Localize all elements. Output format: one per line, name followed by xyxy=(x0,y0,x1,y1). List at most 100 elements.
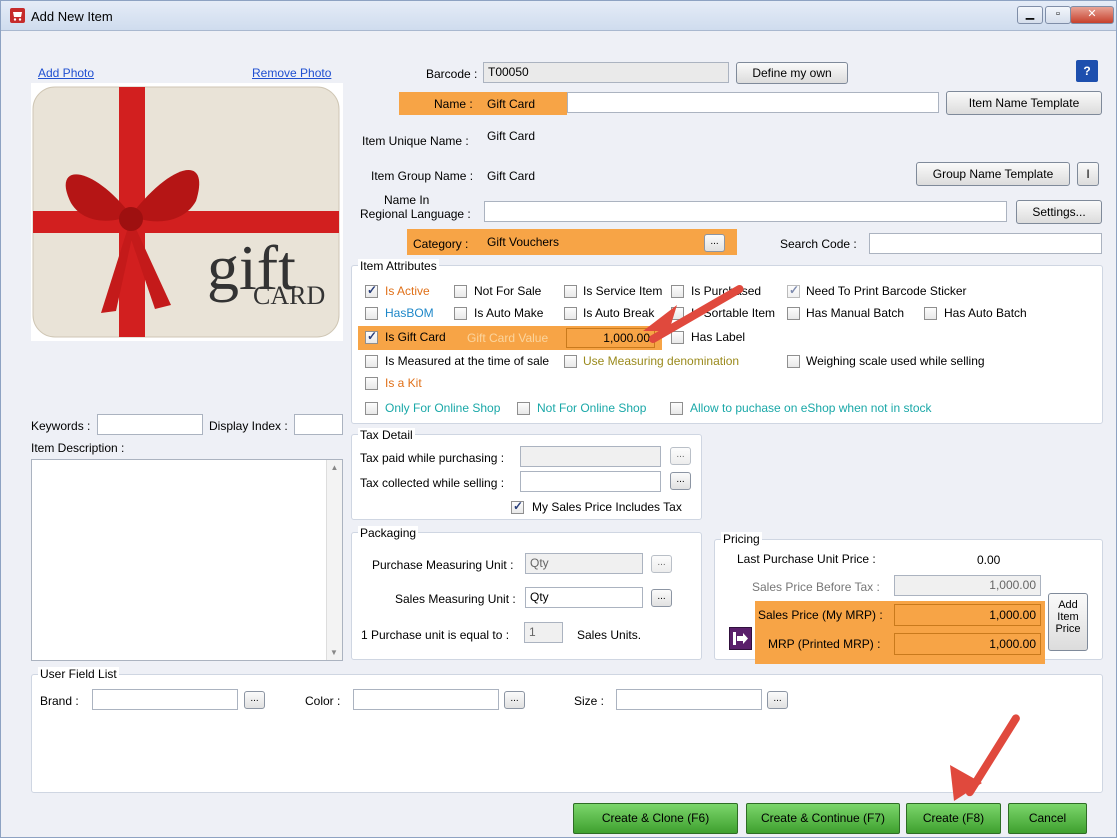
create-continue-button[interactable]: Create & Continue (F7) xyxy=(746,803,900,834)
help-icon[interactable]: ? xyxy=(1076,60,1098,82)
add-item-price-label-3: Price xyxy=(1055,623,1081,635)
display-index-label: Display Index : xyxy=(209,419,288,433)
remove-photo-link[interactable]: Remove Photo xyxy=(252,66,331,80)
need-print-barcode-checkbox[interactable] xyxy=(787,283,800,298)
gift-card-value-label: Gift Card Value xyxy=(467,331,549,345)
weighing-scale-label: Weighing scale used while selling xyxy=(806,354,985,368)
add-photo-link[interactable]: Add Photo xyxy=(38,66,94,80)
add-item-price-button[interactable]: Add Item Price xyxy=(1048,593,1088,651)
barcode-field[interactable]: T00050 xyxy=(483,62,729,83)
description-scrollbar[interactable]: ▲ ▼ xyxy=(326,460,342,660)
item-description-field[interactable]: ▲ ▼ xyxy=(31,459,343,661)
is-a-kit-checkbox[interactable] xyxy=(365,377,378,390)
has-auto-batch-checkbox[interactable] xyxy=(924,307,937,320)
item-name-template-button[interactable]: Item Name Template xyxy=(946,91,1102,115)
name-highlight xyxy=(399,92,567,115)
brand-browse-button[interactable]: ... xyxy=(244,691,265,709)
search-code-label: Search Code : xyxy=(780,237,857,251)
pricing-title: Pricing xyxy=(721,532,762,546)
only-online-checkbox[interactable] xyxy=(365,402,378,415)
arrow-right-icon xyxy=(733,632,748,645)
tax-collected-browse-button[interactable]: ... xyxy=(670,472,691,490)
weighing-scale-checkbox[interactable] xyxy=(787,355,800,368)
sales-price-field[interactable]: 1,000.00 xyxy=(894,604,1041,626)
is-gift-card-checkbox[interactable] xyxy=(365,329,378,344)
search-code-field[interactable] xyxy=(869,233,1102,254)
window-title: Add New Item xyxy=(31,9,113,24)
color-field[interactable] xyxy=(353,689,499,710)
user-field-list-title: User Field List xyxy=(38,667,119,681)
sales-before-tax-field[interactable]: 1,000.00 xyxy=(894,575,1041,596)
tax-collected-field[interactable] xyxy=(520,471,661,492)
group-name-template-button[interactable]: Group Name Template xyxy=(916,162,1070,186)
purchase-unit-field[interactable]: Qty xyxy=(525,553,643,574)
copy-price-button[interactable] xyxy=(729,627,752,650)
item-photo: gift CARD xyxy=(31,83,343,341)
use-measuring-denom-label: Use Measuring denomination xyxy=(583,354,740,368)
define-my-own-button[interactable]: Define my own xyxy=(736,62,848,84)
display-index-field[interactable] xyxy=(294,414,343,435)
tax-paid-label: Tax paid while purchasing : xyxy=(360,451,505,465)
group-name-value: Gift Card xyxy=(487,169,536,183)
is-gift-card-label: Is Gift Card xyxy=(385,330,446,344)
card-word: CARD xyxy=(253,281,326,310)
item-attributes-title: Item Attributes xyxy=(358,259,439,273)
not-for-sale-label: Not For Sale xyxy=(474,284,542,298)
sales-unit-field[interactable]: Qty xyxy=(525,587,643,608)
group-name-label: Item Group Name : xyxy=(371,169,474,183)
sales-unit-browse-button[interactable]: ... xyxy=(651,589,672,607)
settings-button[interactable]: Settings... xyxy=(1016,200,1102,224)
brand-label: Brand : xyxy=(40,694,79,708)
minimize-button[interactable]: ▁ xyxy=(1017,6,1043,24)
size-field[interactable] xyxy=(616,689,762,710)
is-service-item-checkbox[interactable] xyxy=(564,285,577,298)
is-a-kit-label: Is a Kit xyxy=(385,376,422,390)
is-active-label: Is Active xyxy=(385,284,430,298)
create-button[interactable]: Create (F8) xyxy=(906,803,1001,834)
group-info-button[interactable]: I xyxy=(1077,162,1099,186)
not-online-checkbox[interactable] xyxy=(517,402,530,415)
is-active-checkbox[interactable] xyxy=(365,283,378,298)
not-for-sale-checkbox[interactable] xyxy=(454,285,467,298)
name-label: Name : xyxy=(434,97,473,111)
tax-paid-field[interactable] xyxy=(520,446,661,467)
has-manual-batch-checkbox[interactable] xyxy=(787,307,800,320)
cancel-button[interactable]: Cancel xyxy=(1008,803,1087,834)
size-label: Size : xyxy=(574,694,605,708)
category-value[interactable]: Gift Vouchers xyxy=(487,235,559,249)
allow-purchase-eshop-label: Allow to puchase on eShop when not in st… xyxy=(690,401,932,415)
use-measuring-denom-checkbox[interactable] xyxy=(564,355,577,368)
name-field[interactable] xyxy=(567,92,939,113)
includes-tax-checkbox[interactable] xyxy=(511,499,524,514)
category-browse-button[interactable]: ... xyxy=(704,234,725,252)
is-auto-break-checkbox[interactable] xyxy=(564,307,577,320)
brand-field[interactable] xyxy=(92,689,238,710)
scroll-up-icon[interactable]: ▲ xyxy=(327,463,342,472)
unit-ratio-prefix: 1 Purchase unit is equal to : xyxy=(361,628,510,642)
tax-paid-browse-button[interactable]: ... xyxy=(670,447,691,465)
is-purchased-checkbox[interactable] xyxy=(671,285,684,298)
close-button[interactable]: ✕ xyxy=(1070,6,1114,24)
cart-icon xyxy=(10,8,25,23)
sales-before-tax-label: Sales Price Before Tax : xyxy=(752,580,880,594)
scroll-down-icon[interactable]: ▼ xyxy=(327,648,341,657)
name-value-text: Gift Card xyxy=(487,97,536,111)
mrp-field[interactable]: 1,000.00 xyxy=(894,633,1041,655)
is-service-item-label: Is Service Item xyxy=(583,284,663,298)
not-online-label: Not For Online Shop xyxy=(537,401,647,415)
is-auto-make-checkbox[interactable] xyxy=(454,307,467,320)
maximize-button[interactable]: ▫ xyxy=(1045,6,1071,24)
purchase-unit-browse-button[interactable]: ... xyxy=(651,555,672,573)
sales-unit-label: Sales Measuring Unit : xyxy=(395,592,516,606)
regional-name-field[interactable] xyxy=(484,201,1007,222)
has-bom-checkbox[interactable] xyxy=(365,307,378,320)
size-browse-button[interactable]: ... xyxy=(767,691,788,709)
create-clone-button[interactable]: Create & Clone (F6) xyxy=(573,803,738,834)
need-print-barcode-label: Need To Print Barcode Sticker xyxy=(806,284,967,298)
keywords-field[interactable] xyxy=(97,414,203,435)
unit-ratio-field[interactable]: 1 xyxy=(524,622,563,643)
allow-purchase-eshop-checkbox[interactable] xyxy=(670,402,683,415)
is-measured-checkbox[interactable] xyxy=(365,355,378,368)
add-item-price-label-2: Item xyxy=(1057,611,1079,623)
color-browse-button[interactable]: ... xyxy=(504,691,525,709)
